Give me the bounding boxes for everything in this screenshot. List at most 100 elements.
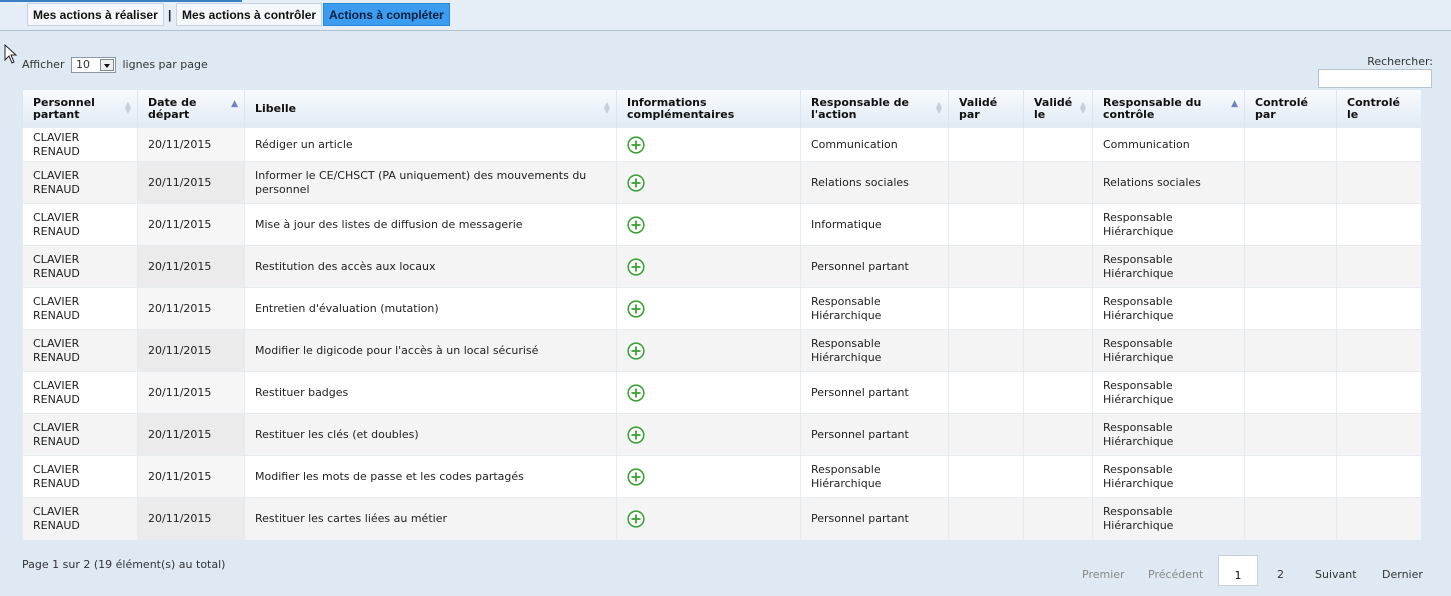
cell-responsable-action: Responsable Hiérarchique [800,287,949,330]
cell-valide-le [1023,245,1093,288]
cell-responsable-action: Personnel partant [800,497,949,540]
plus-circle-icon[interactable] [627,510,645,528]
cell-valide-par [948,455,1024,498]
cell-controle-le [1336,245,1421,288]
cell-controle-par [1244,497,1337,540]
cell-date-depart: 20/11/2015 [137,329,245,372]
chevron-down-icon[interactable] [99,59,114,71]
tab-mes-actions-a-controler[interactable]: Mes actions à contrôler [176,3,323,26]
cell-responsable-controle: Responsable Hiérarchique [1092,455,1245,498]
col-responsable-action[interactable]: Responsable de l'action ▲ ▼ [800,90,949,128]
plus-circle-icon[interactable] [627,467,645,486]
tab-separator: | [168,8,172,22]
col-libelle[interactable]: Libelle ▲ ▼ [244,90,617,128]
cell-responsable-controle: Responsable Hiérarchique [1092,245,1245,288]
cell-responsable-action: Responsable Hiérarchique [800,455,949,498]
cell-valide-le [1023,329,1093,372]
cell-responsable-action: Personnel partant [800,413,949,456]
cell-controle-le [1336,127,1421,162]
tab-bar-accent [0,0,242,2]
cell-personnel-partant: CLAVIER RENAUD [22,161,138,204]
cell-valide-par [948,371,1024,414]
cell-libelle: Restituer les cartes liées au métier [244,497,617,540]
tab-mes-actions-a-realiser[interactable]: Mes actions à réaliser [27,3,164,26]
cell-responsable-controle: Responsable Hiérarchique [1092,413,1245,456]
plus-circle-icon[interactable] [627,299,645,318]
cell-libelle: Modifier le digicode pour l'accès à un l… [244,329,617,372]
table-row: CLAVIER RENAUD 20/11/2015 Restituer les cl… [22,413,1421,456]
plus-circle-icon[interactable] [627,215,645,234]
cell-date-depart: 20/11/2015 [137,161,245,204]
pagination-previous[interactable]: Précédent [1148,568,1203,581]
cell-valide-par [948,161,1024,204]
tab-actions-a-completer[interactable]: Actions à compléter [323,3,450,26]
cell-date-depart: 20/11/2015 [137,497,245,540]
search-input[interactable] [1318,69,1432,88]
cell-controle-le [1336,287,1421,330]
cell-controle-le [1336,203,1421,246]
col-responsable-controle[interactable]: Responsable du contrôle ▲ [1092,90,1245,128]
pagination-page-1[interactable]: 1 [1218,555,1258,586]
cell-libelle: Restituer badges [244,371,617,414]
cell-valide-par [948,497,1024,540]
table-row: CLAVIER RENAUD 20/11/2015 Restituer badges… [22,371,1421,414]
cell-controle-le [1336,455,1421,498]
plus-circle-icon[interactable] [627,257,645,276]
pagination-first[interactable]: Premier [1082,568,1125,581]
pagination-next[interactable]: Suivant [1315,568,1357,581]
cell-date-depart: 20/11/2015 [137,245,245,288]
cell-informations [616,245,801,288]
table-row: CLAVIER RENAUD 20/11/2015 Informer le CE/C… [22,161,1421,204]
cell-valide-par [948,245,1024,288]
search-label: Rechercher: [1367,55,1433,68]
cell-responsable-controle: Responsable Hiérarchique [1092,329,1245,372]
cell-controle-le [1336,161,1421,204]
cell-informations [616,497,801,540]
cell-valide-le [1023,127,1093,162]
sort-both-icon: ▲ ▼ [124,100,131,115]
cell-responsable-controle: Responsable Hiérarchique [1092,497,1245,540]
plus-circle-icon[interactable] [627,173,645,192]
header-label: Controlé le [1347,95,1400,121]
cell-controle-par [1244,329,1337,372]
cell-controle-le [1336,371,1421,414]
cell-valide-par [948,203,1024,246]
cell-informations [616,413,801,456]
plus-circle-icon[interactable] [627,383,645,402]
plus-circle-icon[interactable] [627,425,645,444]
header-label: Informations complémentaires [627,95,735,121]
header-label: Personnel partant [33,95,95,121]
cell-valide-par [948,127,1024,162]
cell-date-depart: 20/11/2015 [137,413,245,456]
plus-circle-icon[interactable] [627,341,645,360]
cell-personnel-partant: CLAVIER RENAUD [22,413,138,456]
cell-informations [616,287,801,330]
cell-controle-par [1244,127,1337,162]
cell-personnel-partant: CLAVIER RENAUD [22,497,138,540]
col-personnel-partant[interactable]: Personnel partant ▲ ▼ [22,90,138,128]
cell-libelle: Mise à jour des listes de diffusion de m… [244,203,617,246]
page-length-select[interactable]: 10 [70,57,116,73]
page-length-prefix: Afficher [22,58,65,71]
col-valide-le[interactable]: Validé le ▲ ▼ [1023,90,1093,128]
pagination-last[interactable]: Dernier [1382,568,1423,581]
cell-valide-le [1023,497,1093,540]
cell-personnel-partant: CLAVIER RENAUD [22,203,138,246]
plus-circle-icon[interactable] [627,135,645,154]
cell-informations [616,127,801,162]
cell-valide-par [948,329,1024,372]
cell-informations [616,371,801,414]
pagination-page-2[interactable]: 2 [1277,568,1284,581]
col-date-depart[interactable]: Date de départ ▲ [137,90,245,128]
header-label: Responsable du contrôle [1103,95,1202,121]
cell-valide-le [1023,413,1093,456]
cell-responsable-action: Personnel partant [800,371,949,414]
table-row: CLAVIER RENAUD 20/11/2015 Rédiger un artic… [22,127,1421,162]
cell-valide-par [948,287,1024,330]
col-valide-par: Validé par [948,90,1024,128]
cell-valide-le [1023,455,1093,498]
cell-informations [616,329,801,372]
header-label: Libelle [255,101,297,115]
cell-libelle: Rédiger un article [244,127,617,162]
col-informations: Informations complémentaires [616,90,801,128]
